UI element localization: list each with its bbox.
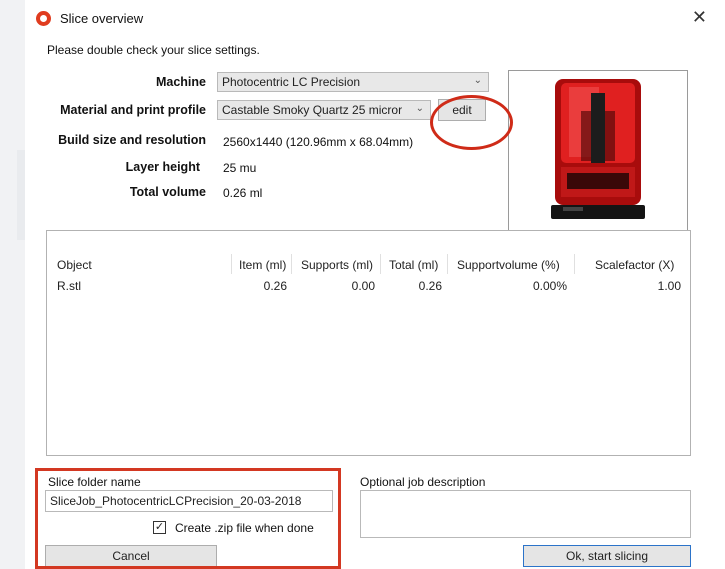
slice-folder-label: Slice folder name <box>48 475 141 489</box>
layer-height-value: 25 mu <box>223 161 257 175</box>
checkmark-icon: ✓ <box>154 521 165 533</box>
printer-illustration <box>551 79 645 219</box>
build-size-label: Build size and resolution <box>58 133 206 147</box>
column-header-scalefactor[interactable]: Scalefactor (X) <box>595 258 674 272</box>
column-divider <box>380 254 381 274</box>
chevron-down-icon: ⌄ <box>415 103 424 114</box>
cell-object: R.stl <box>57 279 81 293</box>
app-logo-icon <box>36 11 51 26</box>
slice-folder-input[interactable]: SliceJob_PhotocentricLCPrecision_20-03-2… <box>45 490 333 512</box>
cell-total: 0.26 <box>418 279 442 293</box>
ok-start-slicing-button[interactable]: Ok, start slicing <box>523 545 691 567</box>
job-description-label: Optional job description <box>360 475 486 489</box>
column-divider <box>231 254 232 274</box>
slice-folder-value: SliceJob_PhotocentricLCPrecision_20-03-2… <box>50 494 302 508</box>
cell-item: 0.26 <box>263 279 287 293</box>
material-dropdown[interactable]: Castable Smoky Quartz 25 micror ⌄ <box>217 100 431 120</box>
cell-supports: 0.00 <box>351 279 375 293</box>
close-icon[interactable]: ✕ <box>692 7 707 28</box>
edit-button[interactable]: edit <box>438 99 486 121</box>
column-header-support-volume[interactable]: Supportvolume (%) <box>457 258 560 272</box>
column-header-supports[interactable]: Supports (ml) <box>301 258 373 272</box>
background-window-fragment <box>17 150 25 240</box>
zip-checkbox[interactable]: ✓ <box>153 521 166 534</box>
cancel-button[interactable]: Cancel <box>45 545 217 567</box>
column-header-item[interactable]: Item (ml) <box>239 258 286 272</box>
column-divider <box>447 254 448 274</box>
window-title: Slice overview <box>60 11 144 26</box>
background-window-edge <box>0 0 25 569</box>
printer-image <box>508 70 688 232</box>
column-divider <box>291 254 292 274</box>
machine-dropdown[interactable]: Photocentric LC Precision ⌄ <box>217 72 489 92</box>
chevron-down-icon: ⌄ <box>473 75 482 86</box>
machine-value: Photocentric LC Precision <box>222 75 361 89</box>
machine-label: Machine <box>155 75 206 89</box>
instruction-text: Please double check your slice settings. <box>47 43 260 57</box>
total-volume-value: 0.26 ml <box>223 186 263 200</box>
column-divider <box>574 254 575 274</box>
titlebar: Slice overview ✕ <box>25 0 725 38</box>
column-header-object[interactable]: Object <box>57 258 92 272</box>
zip-checkbox-label[interactable]: Create .zip file when done <box>175 521 314 535</box>
slice-overview-dialog: Slice overview ✕ Please double check you… <box>25 0 725 569</box>
material-value: Castable Smoky Quartz 25 micror <box>222 103 403 117</box>
cell-support-volume: 0.00% <box>532 279 567 293</box>
build-size-value: 2560x1440 (120.96mm x 68.04mm) <box>223 135 414 149</box>
total-volume-label: Total volume <box>129 185 206 199</box>
layer-height-label: Layer height <box>125 160 200 174</box>
column-header-total[interactable]: Total (ml) <box>389 258 438 272</box>
material-label: Material and print profile <box>60 103 206 117</box>
cell-scalefactor: 1.00 <box>657 279 681 293</box>
job-description-textarea[interactable] <box>360 490 691 538</box>
